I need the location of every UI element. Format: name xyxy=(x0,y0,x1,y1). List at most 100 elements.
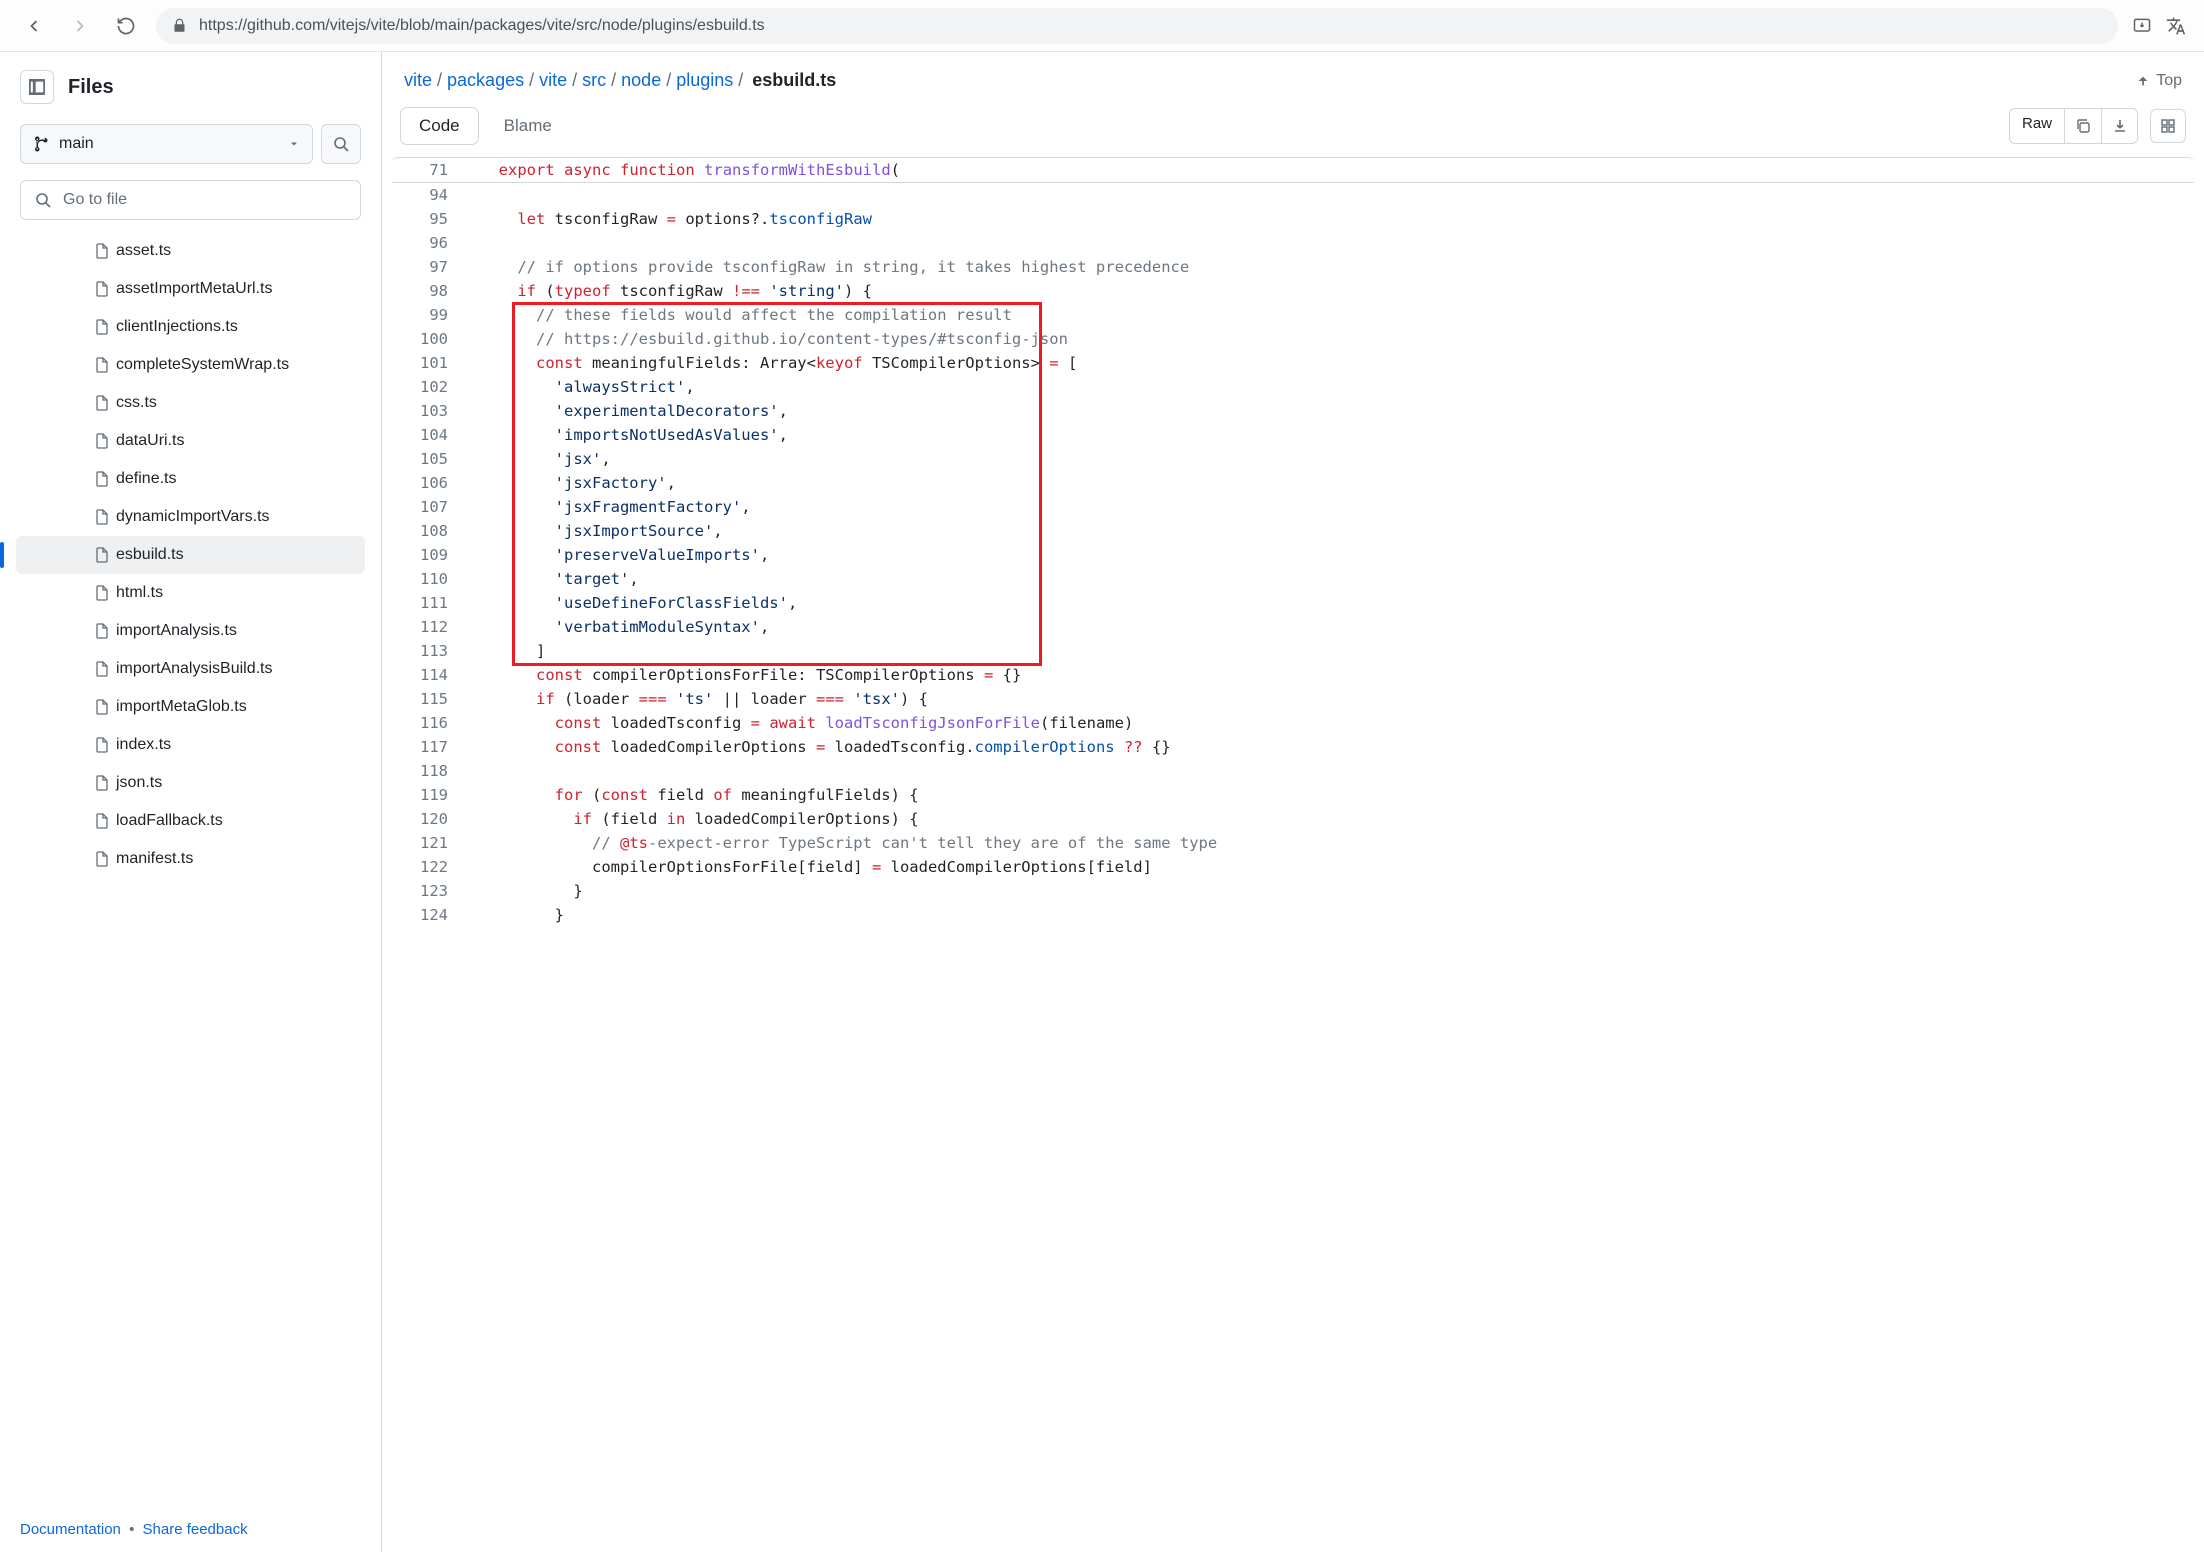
line-number[interactable]: 110 xyxy=(392,567,470,591)
line-number[interactable]: 97 xyxy=(392,255,470,279)
line-number[interactable]: 113 xyxy=(392,639,470,663)
code-line[interactable]: 'useDefineForClassFields', xyxy=(470,591,2194,615)
code-line[interactable]: const loadedCompilerOptions = loadedTsco… xyxy=(470,735,2194,759)
collapse-sidebar-button[interactable] xyxy=(20,70,54,104)
forward-button[interactable] xyxy=(64,10,96,42)
line-number[interactable]: 95 xyxy=(392,207,470,231)
copy-button[interactable] xyxy=(2065,109,2101,143)
code-line[interactable]: 'alwaysStrict', xyxy=(470,375,2194,399)
file-item[interactable]: asset.ts xyxy=(16,232,365,270)
code-line[interactable]: } xyxy=(470,879,2194,903)
documentation-link[interactable]: Documentation xyxy=(20,1521,121,1538)
breadcrumb-link[interactable]: vite xyxy=(539,70,567,90)
install-icon[interactable] xyxy=(2132,16,2152,36)
code-line[interactable]: const meaningfulFields: Array<keyof TSCo… xyxy=(470,351,2194,375)
share-feedback-link[interactable]: Share feedback xyxy=(143,1521,248,1538)
back-button[interactable] xyxy=(18,10,50,42)
line-number[interactable]: 123 xyxy=(392,879,470,903)
file-item[interactable]: assetImportMetaUrl.ts xyxy=(16,270,365,308)
line-number[interactable]: 106 xyxy=(392,471,470,495)
file-item[interactable]: dynamicImportVars.ts xyxy=(16,498,365,536)
file-item[interactable]: css.ts xyxy=(16,384,365,422)
line-number[interactable]: 124 xyxy=(392,903,470,927)
branch-selector[interactable]: main xyxy=(20,124,313,164)
breadcrumb-link[interactable]: plugins xyxy=(676,70,733,90)
code-line[interactable] xyxy=(470,759,2194,783)
file-item[interactable]: define.ts xyxy=(16,460,365,498)
file-item[interactable]: dataUri.ts xyxy=(16,422,365,460)
line-number[interactable]: 107 xyxy=(392,495,470,519)
line-number[interactable]: 99 xyxy=(392,303,470,327)
code-line[interactable]: let tsconfigRaw = options?.tsconfigRaw xyxy=(470,207,2194,231)
line-number[interactable]: 96 xyxy=(392,231,470,255)
file-item[interactable]: importMetaGlob.ts xyxy=(16,688,365,726)
file-item[interactable]: manifest.ts xyxy=(16,840,365,878)
line-number[interactable]: 111 xyxy=(392,591,470,615)
code-line[interactable] xyxy=(470,231,2194,255)
code-line[interactable] xyxy=(470,183,2194,207)
code-line[interactable]: if (typeof tsconfigRaw !== 'string') { xyxy=(470,279,2194,303)
code-line[interactable]: 'jsxFactory', xyxy=(470,471,2194,495)
line-number[interactable]: 118 xyxy=(392,759,470,783)
search-tree-button[interactable] xyxy=(321,124,361,164)
line-number[interactable]: 122 xyxy=(392,855,470,879)
code-line[interactable]: 'experimentalDecorators', xyxy=(470,399,2194,423)
line-number[interactable]: 108 xyxy=(392,519,470,543)
line-number[interactable]: 98 xyxy=(392,279,470,303)
line-number[interactable]: 101 xyxy=(392,351,470,375)
line-number[interactable]: 117 xyxy=(392,735,470,759)
code-line[interactable]: const compilerOptionsForFile: TSCompiler… xyxy=(470,663,2194,687)
line-number[interactable]: 104 xyxy=(392,423,470,447)
code-line[interactable]: 'jsxFragmentFactory', xyxy=(470,495,2194,519)
line-number[interactable]: 115 xyxy=(392,687,470,711)
reload-button[interactable] xyxy=(110,10,142,42)
file-item[interactable]: importAnalysis.ts xyxy=(16,612,365,650)
code-line[interactable]: 'verbatimModuleSyntax', xyxy=(470,615,2194,639)
code-line[interactable]: 'preserveValueImports', xyxy=(470,543,2194,567)
line-number[interactable]: 120 xyxy=(392,807,470,831)
line-number[interactable]: 121 xyxy=(392,831,470,855)
breadcrumb-link[interactable]: packages xyxy=(447,70,524,90)
scroll-top-button[interactable]: Top xyxy=(2136,72,2182,90)
code-line[interactable]: export async function transformWithEsbui… xyxy=(470,158,2194,182)
code-line[interactable]: 'importsNotUsedAsValues', xyxy=(470,423,2194,447)
symbols-button[interactable] xyxy=(2150,109,2186,143)
code-line[interactable]: const loadedTsconfig = await loadTsconfi… xyxy=(470,711,2194,735)
code-line[interactable]: if (loader === 'ts' || loader === 'tsx')… xyxy=(470,687,2194,711)
file-item[interactable]: esbuild.ts xyxy=(16,536,365,574)
code-line[interactable]: for (const field of meaningfulFields) { xyxy=(470,783,2194,807)
line-number[interactable]: 116 xyxy=(392,711,470,735)
breadcrumb-link[interactable]: vite xyxy=(404,70,432,90)
breadcrumb-link[interactable]: src xyxy=(582,70,606,90)
code-line[interactable]: if (field in loadedCompilerOptions) { xyxy=(470,807,2194,831)
download-button[interactable] xyxy=(2101,109,2137,143)
code-line[interactable]: // if options provide tsconfigRaw in str… xyxy=(470,255,2194,279)
line-number[interactable]: 102 xyxy=(392,375,470,399)
line-number[interactable]: 112 xyxy=(392,615,470,639)
file-item[interactable]: clientInjections.ts xyxy=(16,308,365,346)
line-number[interactable]: 109 xyxy=(392,543,470,567)
translate-icon[interactable] xyxy=(2166,16,2186,36)
line-number[interactable]: 94 xyxy=(392,183,470,207)
code-line[interactable]: // https://esbuild.github.io/content-typ… xyxy=(470,327,2194,351)
file-item[interactable]: json.ts xyxy=(16,764,365,802)
file-item[interactable]: index.ts xyxy=(16,726,365,764)
breadcrumb-link[interactable]: node xyxy=(621,70,661,90)
code-line[interactable]: 'jsxImportSource', xyxy=(470,519,2194,543)
file-item[interactable]: importAnalysisBuild.ts xyxy=(16,650,365,688)
tab-blame[interactable]: Blame xyxy=(485,107,571,145)
code-line[interactable]: compilerOptionsForFile[field] = loadedCo… xyxy=(470,855,2194,879)
line-number[interactable]: 119 xyxy=(392,783,470,807)
file-item[interactable]: loadFallback.ts xyxy=(16,802,365,840)
raw-button[interactable]: Raw xyxy=(2010,109,2065,143)
line-number[interactable]: 71 xyxy=(392,158,470,182)
code-line[interactable]: 'jsx', xyxy=(470,447,2194,471)
goto-file-input[interactable]: Go to file xyxy=(20,180,361,220)
code-line[interactable]: 'target', xyxy=(470,567,2194,591)
code-line[interactable]: ] xyxy=(470,639,2194,663)
code-line[interactable]: // @ts-expect-error TypeScript can't tel… xyxy=(470,831,2194,855)
code-view[interactable]: 71 export async function transformWithEs… xyxy=(392,157,2194,1552)
code-line[interactable]: } xyxy=(470,903,2194,927)
file-item[interactable]: completeSystemWrap.ts xyxy=(16,346,365,384)
tab-code[interactable]: Code xyxy=(400,107,479,145)
